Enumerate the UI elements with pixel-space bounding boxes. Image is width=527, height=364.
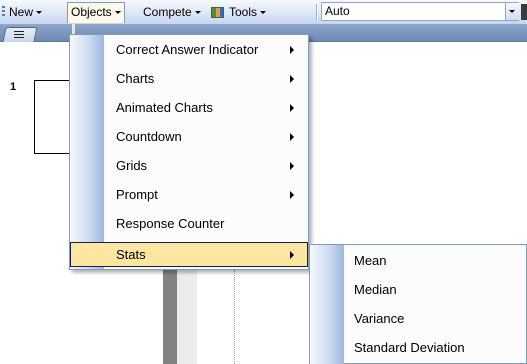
new-menu-button[interactable]: New xyxy=(6,3,45,21)
submenu-item-label: Variance xyxy=(354,311,405,326)
menu-item-label: Countdown xyxy=(116,129,182,144)
submenu-arrow-icon xyxy=(290,104,294,112)
list-icon xyxy=(14,31,24,38)
slide-number: 1 xyxy=(10,81,17,93)
submenu-item-label: Mean xyxy=(354,253,387,268)
menu-item-grids[interactable]: Grids xyxy=(70,153,308,178)
submenu-arrow-icon xyxy=(290,191,294,199)
menu-item-charts[interactable]: Charts xyxy=(70,66,308,91)
menu-item-prompt[interactable]: Prompt xyxy=(70,182,308,207)
menu-item-label: Response Counter xyxy=(116,216,225,231)
menu-item-stats[interactable]: Stats xyxy=(70,242,308,267)
menu-item-correct-answer-indicator[interactable]: Correct Answer Indicator xyxy=(70,37,308,62)
toolbar-grip[interactable] xyxy=(2,6,5,18)
tools-menu-label: Tools xyxy=(229,5,258,19)
overflow-icon[interactable] xyxy=(521,4,527,20)
auto-combo-value: Auto xyxy=(325,4,350,18)
submenu-arrow-icon xyxy=(290,46,294,54)
chevron-down-icon xyxy=(114,11,121,15)
submenu-arrow-icon xyxy=(290,75,294,83)
compete-menu-label: Compete xyxy=(143,5,192,19)
submenu-item-standard-deviation[interactable]: Standard Deviation xyxy=(310,333,526,362)
submenu-arrow-icon xyxy=(290,133,294,141)
submenu-item-variance[interactable]: Variance xyxy=(310,304,526,333)
menu-item-label: Prompt xyxy=(116,187,158,202)
chevron-down-icon xyxy=(36,11,43,15)
objects-menu-button[interactable]: Objects xyxy=(67,2,125,23)
new-menu-label: New xyxy=(9,5,34,19)
submenu-item-label: Median xyxy=(354,282,397,297)
chevron-down-icon xyxy=(260,11,267,15)
toolbar-separator xyxy=(316,4,318,20)
slide-thumbnail[interactable] xyxy=(34,80,74,154)
submenu-item-mean[interactable]: Mean xyxy=(310,246,526,275)
menu-item-response-counter[interactable]: Response Counter xyxy=(70,211,308,236)
menu-item-label: Stats xyxy=(116,247,146,262)
submenu-arrow-icon xyxy=(290,251,294,259)
submenu-arrow-icon xyxy=(290,162,294,170)
objects-menu-label: Objects xyxy=(71,5,112,19)
menu-item-countdown[interactable]: Countdown xyxy=(70,124,308,149)
submenu-item-median[interactable]: Median xyxy=(310,275,526,304)
menu-item-animated-charts[interactable]: Animated Charts xyxy=(70,95,308,120)
menu-item-label: Grids xyxy=(116,158,148,173)
menu-item-label: Correct Answer Indicator xyxy=(116,42,259,57)
combo-dropdown-button[interactable] xyxy=(505,3,519,20)
submenu-item-label: Standard Deviation xyxy=(354,340,465,355)
dotted-guide-line xyxy=(234,270,235,364)
tools-menu-button[interactable]: Tools xyxy=(208,3,269,21)
menu-item-label: Charts xyxy=(116,71,155,86)
menu-item-label: Animated Charts xyxy=(116,100,213,115)
auto-combo-box[interactable] xyxy=(321,2,519,21)
chevron-down-icon xyxy=(194,11,201,15)
tools-icon xyxy=(211,7,224,19)
compete-menu-button[interactable]: Compete xyxy=(140,3,204,21)
